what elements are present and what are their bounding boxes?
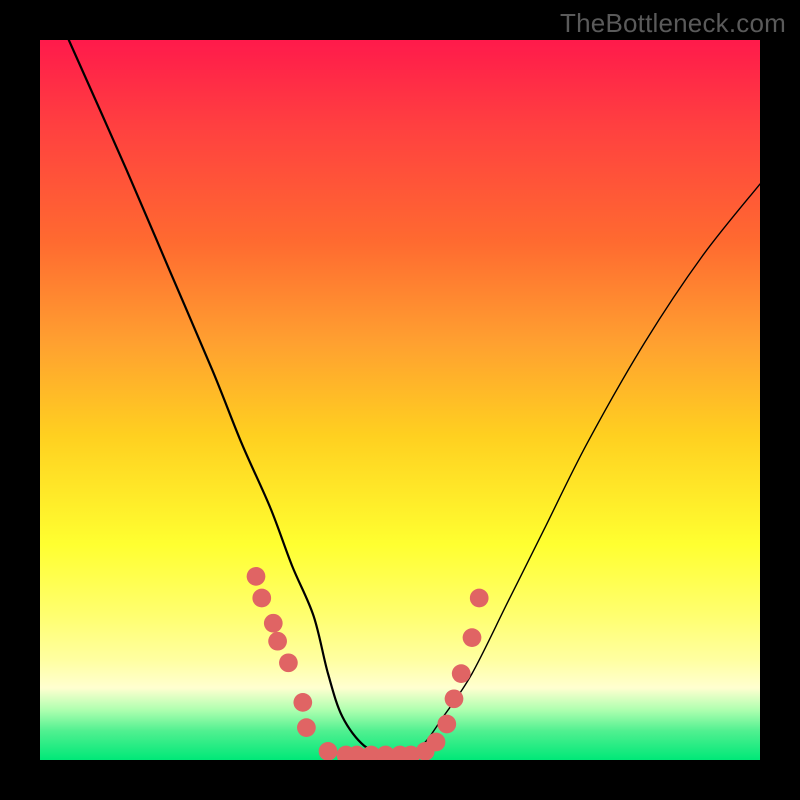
watermark-text: TheBottleneck.com xyxy=(560,8,786,39)
outer-frame: TheBottleneck.com xyxy=(0,0,800,800)
plot-gradient-background xyxy=(40,40,760,760)
